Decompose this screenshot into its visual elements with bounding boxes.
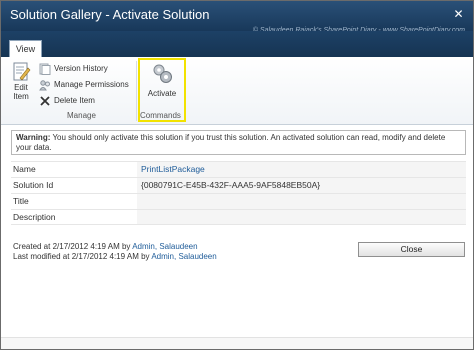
delete-item-label: Delete Item bbox=[54, 96, 95, 105]
property-value[interactable]: PrintListPackage bbox=[137, 162, 466, 177]
warning-text: You should only activate this solution i… bbox=[16, 133, 446, 152]
delete-item-button[interactable]: Delete Item bbox=[39, 94, 95, 108]
property-name: Name bbox=[13, 164, 36, 174]
ribbon-group-separator bbox=[136, 61, 137, 121]
created-by-link[interactable]: Admin, Salaudeen bbox=[132, 242, 197, 251]
modified-line: Last modified at 2/17/2012 4:19 AM by Ad… bbox=[13, 252, 217, 262]
edit-item-button[interactable]: Edit Item bbox=[7, 61, 35, 111]
activate-gears-icon bbox=[153, 64, 172, 83]
property-value bbox=[137, 210, 466, 224]
permissions-icon bbox=[39, 80, 50, 91]
property-value: {0080791C-E45B-432F-AAA5-9AF5848EB50A} bbox=[137, 178, 466, 193]
item-metadata: Created at 2/17/2012 4:19 AM by Admin, S… bbox=[13, 242, 217, 262]
version-history-label: Version History bbox=[54, 64, 108, 73]
ribbon: Edit Item Version History Manage Permiss… bbox=[1, 57, 473, 125]
property-row: Description bbox=[11, 209, 466, 225]
dialog-titlebar: Solution Gallery - Activate Solution ✕ ©… bbox=[1, 1, 473, 34]
manage-permissions-button[interactable]: Manage Permissions bbox=[39, 78, 129, 92]
modified-by-link[interactable]: Admin, Salaudeen bbox=[151, 252, 216, 261]
property-name: Title bbox=[13, 196, 29, 206]
created-prefix: Created at 2/17/2012 4:19 AM by bbox=[13, 242, 131, 251]
close-button[interactable]: Close bbox=[358, 242, 465, 257]
property-value bbox=[137, 194, 466, 209]
edit-label-line2: Item bbox=[13, 92, 29, 101]
modified-prefix: Last modified at 2/17/2012 4:19 AM by bbox=[13, 252, 150, 261]
activate-label: Activate bbox=[147, 89, 177, 98]
property-row: Solution Id {0080791C-E45B-432F-AAA5-9AF… bbox=[11, 177, 466, 193]
activate-solution-dialog: Solution Gallery - Activate Solution ✕ ©… bbox=[0, 0, 474, 350]
manage-group-label: Manage bbox=[67, 111, 96, 120]
delete-x-icon bbox=[40, 96, 50, 106]
manage-permissions-label: Manage Permissions bbox=[54, 80, 129, 89]
tab-view[interactable]: View bbox=[9, 40, 42, 58]
ribbon-tab-strip bbox=[1, 31, 473, 57]
created-line: Created at 2/17/2012 4:19 AM by Admin, S… bbox=[13, 242, 217, 252]
warning-message: Warning: You should only activate this s… bbox=[11, 130, 466, 155]
property-name: Solution Id bbox=[13, 180, 54, 190]
dialog-title: Solution Gallery - Activate Solution bbox=[10, 7, 210, 22]
property-row: Title bbox=[11, 193, 466, 209]
dialog-footer bbox=[1, 337, 473, 349]
property-name: Description bbox=[13, 212, 56, 222]
commands-group-label: Commands bbox=[140, 111, 181, 120]
edit-label-line1: Edit bbox=[14, 83, 28, 92]
version-history-icon bbox=[39, 63, 51, 75]
version-history-button[interactable]: Version History bbox=[39, 62, 108, 76]
activate-button[interactable]: Activate bbox=[140, 61, 184, 103]
warning-prefix: Warning: bbox=[16, 133, 51, 142]
properties-table: Name PrintListPackage Solution Id {00807… bbox=[11, 161, 466, 225]
close-icon[interactable]: ✕ bbox=[452, 8, 465, 21]
property-row: Name PrintListPackage bbox=[11, 161, 466, 177]
edit-document-icon bbox=[13, 62, 31, 81]
